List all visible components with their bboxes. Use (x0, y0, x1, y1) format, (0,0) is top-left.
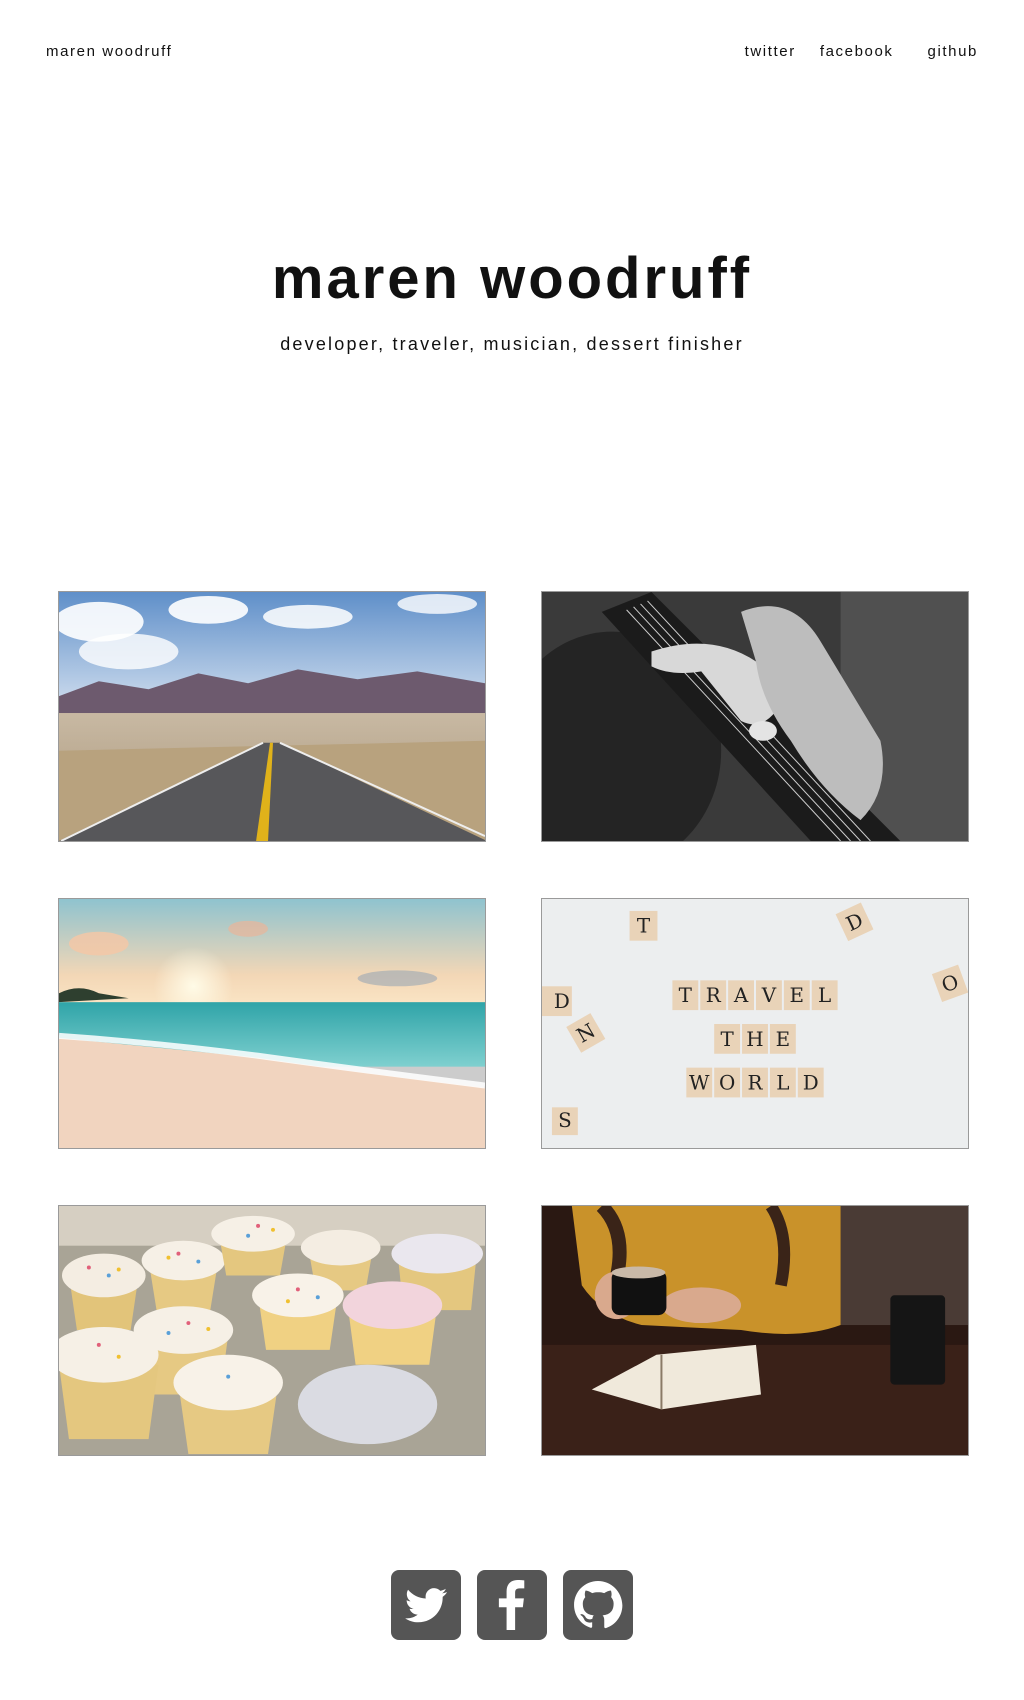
page-title: maren woodruff (271, 246, 753, 311)
nav-link-twitter[interactable]: twitter (745, 43, 796, 60)
scrabble-letter: O (719, 1072, 735, 1095)
gallery-photo-guitar[interactable] (541, 591, 969, 842)
gallery-photo-beach[interactable] (58, 898, 486, 1149)
top-navigation: maren woodruff twitter facebook github (0, 0, 1024, 104)
scrabble-letter: L (818, 984, 831, 1007)
gallery-photo-scrabble[interactable]: T D D N S O TRAVELTHEWORLD (541, 898, 969, 1149)
scrabble-letter: H (746, 1028, 763, 1051)
gallery-photo-cupcakes[interactable] (58, 1205, 486, 1456)
scrabble-letter: T (679, 984, 693, 1007)
scrabble-letter: R (748, 1072, 764, 1095)
scrabble-letter: T (720, 1028, 734, 1051)
nav-link-facebook[interactable]: facebook (820, 43, 894, 60)
gallery-photo-desert-road[interactable] (58, 591, 486, 842)
facebook-icon[interactable] (477, 1570, 547, 1640)
github-icon[interactable] (563, 1570, 633, 1640)
scrabble-letter: E (776, 1028, 791, 1051)
svg-text:D: D (554, 990, 570, 1013)
page-subtitle: developer, traveler, musician, dessert f… (280, 334, 744, 354)
hero-section: maren woodruff developer, traveler, musi… (0, 250, 1024, 355)
scrabble-letter: V (761, 984, 777, 1007)
social-icons (0, 1570, 1024, 1640)
twitter-icon[interactable] (391, 1570, 461, 1640)
nav-link-github[interactable]: github (928, 43, 978, 60)
scrabble-letter: D (803, 1072, 819, 1095)
svg-text:T: T (637, 915, 651, 938)
brand-link[interactable]: maren woodruff (46, 43, 172, 60)
scrabble-letter: R (706, 984, 722, 1007)
gallery-photo-coffee-book[interactable] (541, 1205, 969, 1456)
svg-text:S: S (558, 1109, 572, 1132)
scrabble-letter: A (733, 984, 749, 1007)
scrabble-letter: E (790, 984, 805, 1007)
scrabble-letter: W (689, 1072, 710, 1095)
scrabble-letter: L (776, 1072, 789, 1095)
nav-links: twitter facebook github (745, 43, 978, 60)
